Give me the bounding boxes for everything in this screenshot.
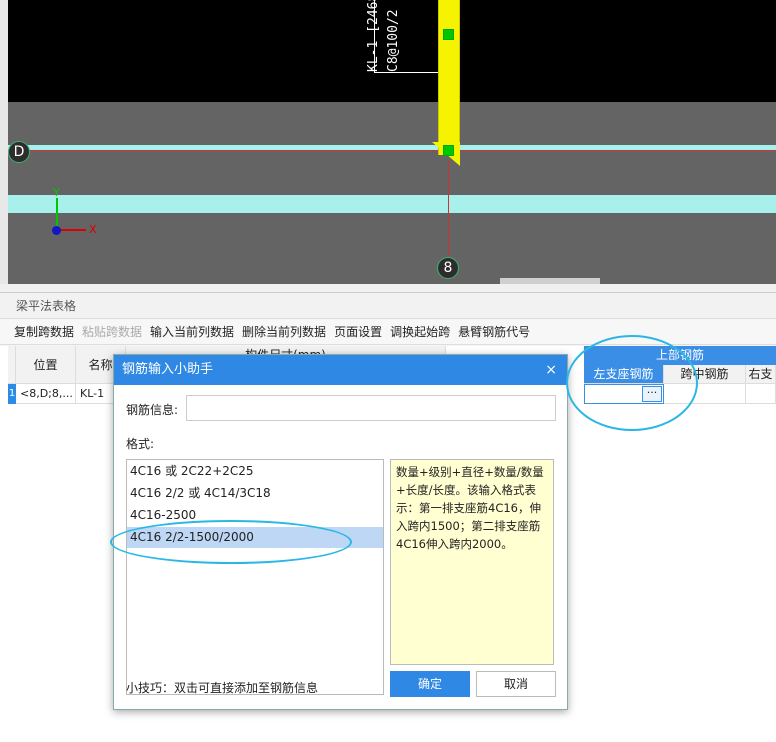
panel-title: 梁平法表格: [0, 293, 776, 319]
ucs-origin: [52, 226, 61, 235]
copy-span-button[interactable]: 复制跨数据: [14, 319, 74, 344]
ok-button[interactable]: 确定: [390, 671, 470, 697]
cantilever-rebar-code-button[interactable]: 悬臂钢筋代号: [458, 319, 530, 344]
cad-canvas[interactable]: KL-1 [2468 C8@100/2 D 8 Y X: [0, 0, 776, 284]
cancel-button[interactable]: 取消: [476, 671, 556, 697]
swap-start-span-button[interactable]: 调换起始跨: [390, 319, 450, 344]
annotation-line-2: C8@100/2: [386, 9, 401, 72]
cell-right-support[interactable]: [746, 384, 776, 404]
format-help-text: 数量+级别+直径+数量/数量+长度/长度。该输入格式表示：第一排支座筋4C16，…: [390, 459, 554, 665]
canvas-scrollbar[interactable]: [500, 278, 600, 284]
paste-span-button[interactable]: 粘贴跨数据: [82, 319, 142, 344]
highlight-ring-format: [110, 520, 352, 564]
canvas-left-strip: [0, 0, 8, 284]
rebar-info-label: 钢筋信息:: [126, 403, 179, 417]
format-item[interactable]: 4C16 2/2 或 4C14/3C18: [127, 483, 383, 504]
grid-corner: [8, 346, 16, 384]
dialog-title: 钢筋输入小助手: [122, 362, 214, 377]
ucs-x-label: X: [89, 223, 97, 236]
header-position[interactable]: 位置: [16, 346, 76, 384]
cell-position[interactable]: <8,D;8,...: [16, 384, 76, 404]
tip-text: 小技巧：双击可直接添加至钢筋信息: [126, 681, 319, 695]
rebar-info-input[interactable]: [186, 395, 556, 421]
close-icon[interactable]: ×: [545, 355, 557, 385]
input-column-button[interactable]: 输入当前列数据: [150, 319, 234, 344]
row-number[interactable]: 1: [8, 384, 16, 404]
beam-grip-top[interactable]: [443, 29, 454, 40]
selected-beam[interactable]: [438, 0, 460, 155]
dialog-titlebar: 钢筋输入小助手 ×: [114, 355, 567, 385]
delete-column-button[interactable]: 删除当前列数据: [242, 319, 326, 344]
highlight-ring-left-support: [566, 335, 698, 431]
annotation-line-1: KL-1 [2468: [366, 0, 381, 72]
axis-line-d: [8, 150, 776, 151]
beam-annotation[interactable]: KL-1 [2468 C8@100/2: [364, 0, 424, 75]
ucs-x-axis: [58, 229, 86, 231]
beam-grip-bottom[interactable]: [443, 145, 454, 156]
format-label: 格式:: [126, 437, 155, 451]
ucs-y-label: Y: [53, 186, 60, 199]
format-list[interactable]: 4C16 或 2C22+2C25 4C16 2/2 或 4C14/3C18 4C…: [126, 459, 384, 695]
floor-slab-area: [8, 102, 776, 284]
axis-line-8: [448, 160, 449, 256]
header-right-support-rebar[interactable]: 右支: [746, 365, 776, 384]
page-setup-button[interactable]: 页面设置: [334, 319, 382, 344]
axis-bubble-d[interactable]: D: [8, 141, 30, 163]
format-item[interactable]: 4C16 或 2C22+2C25: [127, 461, 383, 482]
axis-bubble-8[interactable]: 8: [437, 257, 459, 279]
wall-band-lower: [8, 195, 776, 213]
